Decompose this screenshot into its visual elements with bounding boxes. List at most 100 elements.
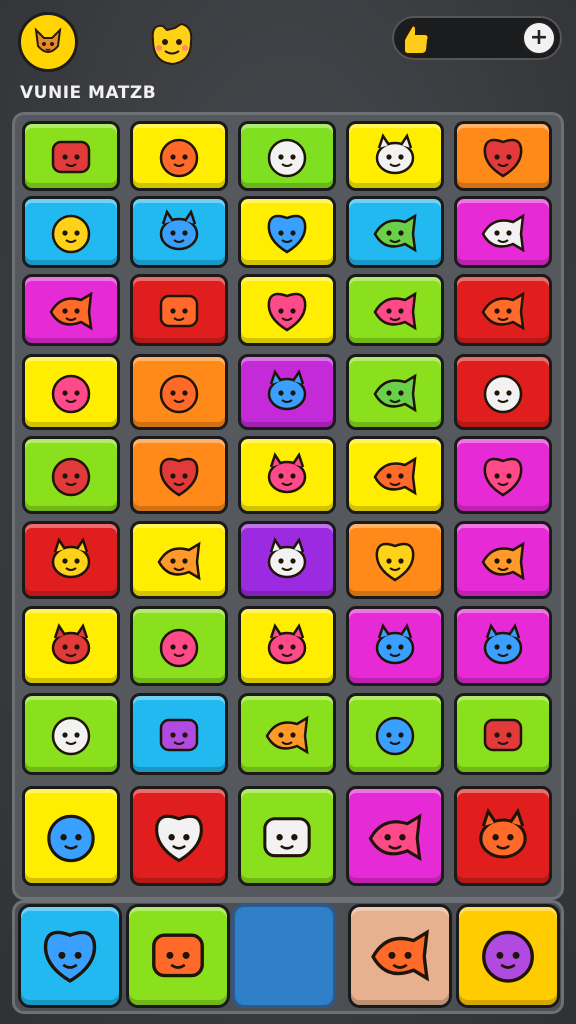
yellow-bird-icon (45, 284, 97, 336)
game-tile[interactable] (130, 436, 228, 514)
orange-fish-icon (45, 534, 97, 586)
pink-cat-glasses-icon (143, 919, 213, 993)
game-tile[interactable] (454, 121, 552, 191)
white-cat-icon (363, 804, 427, 868)
game-tile[interactable] (22, 274, 120, 346)
game-tile[interactable] (454, 196, 552, 268)
game-tile[interactable] (130, 121, 228, 191)
tray-slot[interactable] (232, 904, 336, 1008)
game-tile[interactable] (346, 121, 444, 191)
pink-leaf-icon (153, 206, 205, 258)
game-tile[interactable] (454, 274, 552, 346)
game-tile[interactable] (238, 786, 336, 886)
orange-leaf-icon (261, 620, 313, 672)
game-tile[interactable] (22, 196, 120, 268)
add-currency-button[interactable]: + (522, 21, 556, 55)
blue-creature-icon (153, 449, 205, 501)
banana-icon (477, 708, 529, 760)
game-tile[interactable] (130, 693, 228, 775)
flag-icon (477, 130, 529, 182)
paint-brush-icon (369, 130, 421, 182)
yellow-lemon-icon (153, 534, 205, 586)
game-tile[interactable] (238, 521, 336, 599)
game-tile[interactable] (454, 354, 552, 430)
game-tile[interactable] (454, 436, 552, 514)
orange-bear-icon (153, 366, 205, 418)
yellow-cat-icon (261, 206, 313, 258)
game-tile[interactable] (454, 786, 552, 886)
game-tile[interactable] (346, 606, 444, 686)
game-tile[interactable] (22, 354, 120, 430)
purple-moon-star-icon (261, 366, 313, 418)
game-tile[interactable] (238, 606, 336, 686)
currency-bar: + (392, 16, 562, 60)
game-tile[interactable] (238, 436, 336, 514)
heart-icon (261, 708, 313, 760)
orange-bear-face-icon (477, 534, 529, 586)
game-tile[interactable] (346, 196, 444, 268)
tray-slot[interactable] (456, 904, 560, 1008)
avatar[interactable] (18, 12, 78, 72)
game-tile[interactable] (238, 274, 336, 346)
game-tile[interactable] (130, 521, 228, 599)
tray-slot[interactable] (348, 904, 452, 1008)
leaf-icon (45, 130, 97, 182)
boy-face-icon (153, 620, 205, 672)
game-tile[interactable] (22, 121, 120, 191)
game-tile[interactable] (130, 196, 228, 268)
game-tile[interactable] (22, 436, 120, 514)
pretzel-icon (261, 534, 313, 586)
game-tile[interactable] (238, 121, 336, 191)
pink-pig-icon (369, 366, 421, 418)
game-tile[interactable] (346, 354, 444, 430)
green-blob-icon (369, 534, 421, 586)
game-tile[interactable] (346, 693, 444, 775)
red-cat-icon (153, 130, 205, 182)
wrench-icon (477, 284, 529, 336)
red-robot-icon (473, 919, 543, 993)
game-tile[interactable] (22, 786, 120, 886)
game-title: VUNIE MATZB (20, 83, 157, 103)
game-tile[interactable] (346, 786, 444, 886)
game-tile[interactable] (346, 521, 444, 599)
game-tile[interactable] (238, 354, 336, 430)
game-tile[interactable] (130, 786, 228, 886)
tray-slot[interactable] (126, 904, 230, 1008)
game-tile[interactable] (454, 606, 552, 686)
smiley-face-icon (151, 22, 193, 66)
oven-icon (365, 919, 435, 993)
shell-icon (153, 708, 205, 760)
chef-face-icon (477, 620, 529, 672)
game-tile[interactable] (130, 354, 228, 430)
house-icon (477, 449, 529, 501)
game-tile[interactable] (130, 606, 228, 686)
green-monster-icon (45, 366, 97, 418)
game-tile[interactable] (22, 693, 120, 775)
sunglasses-face-icon (477, 206, 529, 258)
game-tile[interactable] (238, 196, 336, 268)
camera-icon (471, 804, 535, 868)
blue-fish-icon (261, 130, 313, 182)
orange-fruit-icon (45, 206, 97, 258)
fox-face-icon (34, 27, 62, 53)
orange-cat-icon (369, 620, 421, 672)
game-tile[interactable] (346, 274, 444, 346)
yellow-fish-icon (369, 206, 421, 258)
blue-crocodile-icon (39, 804, 103, 868)
crossed-tools-icon (261, 284, 313, 336)
game-tile[interactable] (454, 521, 552, 599)
tray-slot[interactable] (18, 904, 122, 1008)
fox-face-icon (147, 804, 211, 868)
sunglasses-icon (153, 284, 205, 336)
game-tile[interactable] (22, 521, 120, 599)
paint-tube-icon (477, 366, 529, 418)
game-tile[interactable] (22, 606, 120, 686)
secondary-avatar[interactable] (146, 18, 198, 70)
game-tile[interactable] (130, 274, 228, 346)
purple-fish-icon (45, 449, 97, 501)
game-tile[interactable] (454, 693, 552, 775)
game-console-icon (255, 804, 319, 868)
game-tile[interactable] (238, 693, 336, 775)
game-tile[interactable] (346, 436, 444, 514)
pink-dinosaur-icon (369, 284, 421, 336)
